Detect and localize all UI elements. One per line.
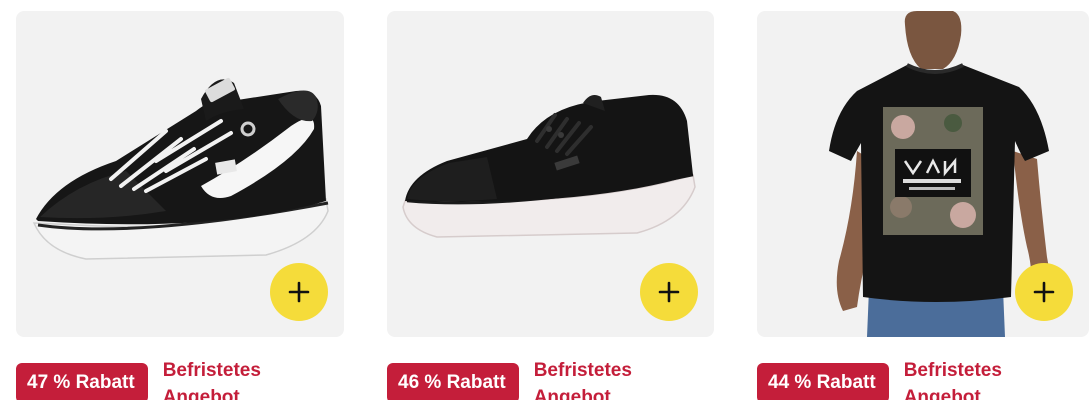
product-card[interactable]: 44 % Rabatt Befristetes Angebot <box>757 11 1089 400</box>
limited-time-deal-label: Befristetes Angebot <box>533 360 632 400</box>
deal-row: 44 % Rabatt Befristetes Angebot <box>757 347 1034 400</box>
product-card[interactable]: 47 % Rabatt Befristetes Angebot <box>16 11 344 400</box>
add-to-cart-button[interactable] <box>640 263 698 321</box>
deal-row: 47 % Rabatt Befristetes Angebot <box>16 347 293 400</box>
product-image-tile[interactable] <box>387 11 714 337</box>
discount-badge: 47 % Rabatt <box>16 363 148 400</box>
plus-icon <box>1033 281 1055 303</box>
add-to-cart-button[interactable] <box>270 263 328 321</box>
add-to-cart-button[interactable] <box>1015 263 1073 321</box>
product-image-tile[interactable] <box>16 11 344 337</box>
product-image-tile[interactable] <box>757 11 1089 337</box>
discount-badge: 46 % Rabatt <box>387 363 519 400</box>
deal-row: 46 % Rabatt Befristetes Angebot <box>387 347 664 400</box>
product-card[interactable]: 46 % Rabatt Befristetes Angebot <box>387 11 714 400</box>
plus-icon <box>288 281 310 303</box>
product-carousel: 47 % Rabatt Befristetes Angebot 46 % Rab… <box>0 0 1089 400</box>
limited-time-deal-label: Befristetes Angebot <box>162 360 261 400</box>
plus-icon <box>658 281 680 303</box>
discount-badge: 44 % Rabatt <box>757 363 889 400</box>
limited-time-deal-label: Befristetes Angebot <box>903 360 1002 400</box>
